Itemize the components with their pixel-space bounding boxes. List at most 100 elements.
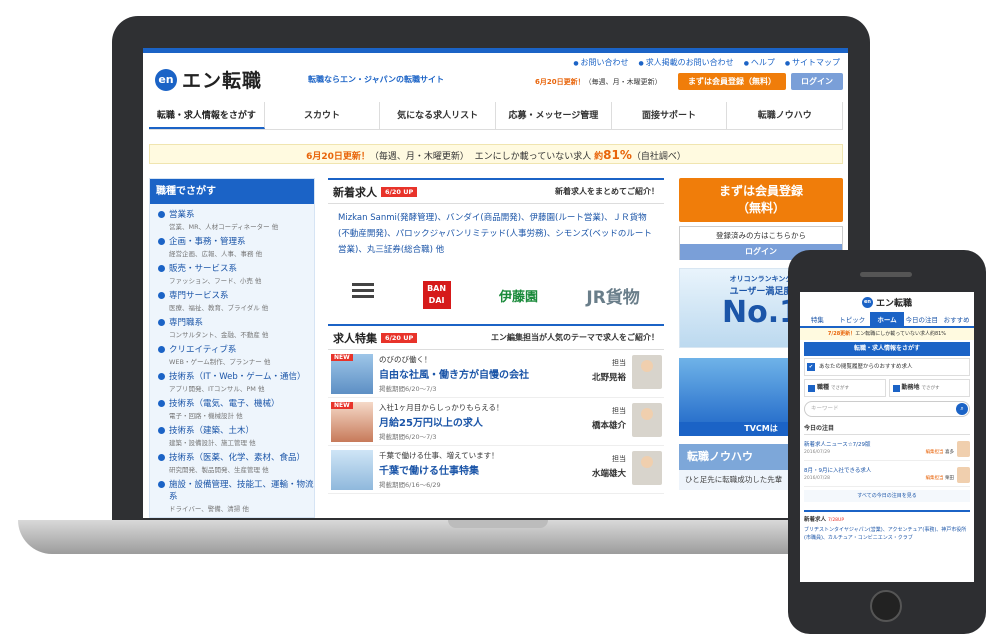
brand-logos: BAN DAI 伊藤園 JR貨物 <box>328 270 664 320</box>
phone-btn2-label: 勤務地 <box>901 384 920 391</box>
feature-staff: 担当 橋本雄介 <box>592 406 626 431</box>
phone-logo[interactable]: en エン転職 <box>800 292 974 312</box>
feature-item[interactable]: NEW 入社1ヶ月目からしっかりもらえる！ 月給25万円以上の求人 掲載期間6/… <box>328 398 664 446</box>
phone-today-item[interactable]: 新着求人ニュース☆7/29版 2016/07/29 編集担当 喜多 <box>804 437 970 461</box>
staff-name: 北野晃裕 <box>591 373 626 383</box>
category-label: クリエイティブ系 <box>158 343 314 355</box>
top-link-contact[interactable]: お問い合わせ <box>573 57 629 68</box>
phone-today-title: 今日の注目 <box>804 423 970 435</box>
site-top-bar <box>143 48 848 53</box>
feature-sub: 入社1ヶ月目からしっかりもらえる！ <box>379 403 504 412</box>
category-sub: 建築・設備設計、施工管理 他 <box>169 439 256 447</box>
today-item-editor: 編集担当 喜多 <box>926 449 954 455</box>
phone-new-jobs-title: 新着求人 7/28UP <box>804 510 970 523</box>
header-login-button[interactable]: ログイン <box>791 73 843 90</box>
category-sub: ドライバー、警備、清掃 他 <box>169 505 249 513</box>
nav-search-jobs[interactable]: 転職・求人情報をさがす <box>149 102 265 129</box>
phone-search-by-job-button[interactable]: 職種 でさがす <box>804 379 886 397</box>
nav-scout[interactable]: スカウト <box>265 102 381 129</box>
features-link[interactable]: エン編集担当が人気のテーマで求人をご紹介！ <box>491 332 659 343</box>
feature-info: 千葉で働ける仕事、増えています！ 千葉で働ける仕事特集 掲載期間6/16〜6/2… <box>379 450 594 493</box>
new-jobs-header: 新着求人 6/20 UP 新着求人をまとめてご紹介！ <box>328 178 664 204</box>
register-button[interactable]: まずは会員登録 （無料） <box>679 178 843 222</box>
top-link-listing-contact[interactable]: 求人掲載のお問い合わせ <box>639 57 734 68</box>
feature-sub: のびのび働く！ <box>379 355 432 364</box>
feature-period: 掲載期間6/20〜7/3 <box>379 433 437 441</box>
category-item[interactable]: 技術系（電気、電子、機械） 電子・回路・機械設計 他 <box>150 393 314 420</box>
job-category-sidebar: 職種でさがす 営業系 営業、MR、人材コーディネーター 他 企画・事務・管理系 経営… <box>149 178 315 518</box>
category-item[interactable]: 専門職系 コンサルタント、金融、不動産 他 <box>150 312 314 339</box>
itoen-logo: 伊藤園 <box>498 289 538 305</box>
feature-title: 千葉で働ける仕事特集 <box>379 466 479 477</box>
notice-bar: 6月20日更新！（毎週、月・木曜更新） エンにしか載っていない求人 約81%（自… <box>149 144 843 164</box>
category-item[interactable]: クリエイティブ系 WEB・ゲーム制作、プランナー 他 <box>150 339 314 366</box>
new-jobs-text[interactable]: Mizkan Sanmi(発酵管理)、バンダイ(商品開発)、伊藤園(ルート営業)… <box>328 204 664 270</box>
new-jobs-link[interactable]: 新着求人をまとめてご紹介！ <box>555 186 659 197</box>
category-label: 企画・事務・管理系 <box>158 235 314 247</box>
category-label: 専門職系 <box>158 316 314 328</box>
phone-btn1-sub: でさがす <box>831 386 850 391</box>
staff-label: 担当 <box>612 407 626 415</box>
nav-interview-support[interactable]: 面接サポート <box>612 102 728 129</box>
staff-avatar <box>632 451 662 485</box>
nav-knowhow[interactable]: 転職ノウハウ <box>727 102 844 129</box>
header-register-button[interactable]: まずは会員登録（無料） <box>678 73 786 90</box>
nav-applications[interactable]: 応募・メッセージ管理 <box>496 102 612 129</box>
new-badge: NEW <box>331 402 353 409</box>
phone-tab-topic[interactable]: トピック <box>835 312 870 326</box>
nav-saved-jobs[interactable]: 気になる求人リスト <box>380 102 497 129</box>
register-line2: （無料） <box>736 201 785 215</box>
feature-thumbnail: NEW <box>331 354 373 394</box>
notice-percentage: 81% <box>603 148 632 162</box>
feature-item[interactable]: 千葉で働ける仕事、増えています！ 千葉で働ける仕事特集 掲載期間6/16〜6/2… <box>328 446 664 494</box>
category-item[interactable]: 技術系（建築、土木） 建築・設備設計、施工管理 他 <box>150 420 314 447</box>
laptop-notch <box>448 520 548 528</box>
phone-search-by-location-button[interactable]: 勤務地 でさがす <box>888 379 970 397</box>
phone-tab-recommend[interactable]: おすすめ <box>939 312 974 326</box>
staff-avatar <box>632 355 662 389</box>
category-item[interactable]: 施設・設備管理、技能工、運輸・物流系 ドライバー、警備、清掃 他 <box>150 474 314 513</box>
site-logo[interactable]: en エン転職 <box>155 66 262 93</box>
phone-new-tag: 7/28UP <box>827 518 845 523</box>
category-item[interactable]: 営業系 営業、MR、人材コーディネーター 他 <box>150 204 314 231</box>
phone-tab-home[interactable]: ホーム <box>869 312 905 326</box>
register-line1: まずは会員登録 <box>718 184 803 198</box>
phone-notice: 7/28更新！エン転職にしか載っていない求人約81% <box>800 328 974 340</box>
phone-today-item[interactable]: 8月・9月に入社できる求人 2016/07/28 編集担当 栗田 <box>804 463 970 487</box>
category-item[interactable]: 技術系（医薬、化学、素材、食品） 研究開発、製品開発、生産管理 他 <box>150 447 314 474</box>
jr-freight-logo: JR貨物 <box>586 287 640 308</box>
phone-recommend-link[interactable]: あなたの閲覧履歴からのおすすめ求人 <box>804 358 970 376</box>
phone-home-button[interactable] <box>870 590 902 622</box>
phone-today-more-link[interactable]: すべての今日の注目を見る <box>804 490 970 502</box>
phone-notice-date: 7/28更新！ <box>827 331 856 337</box>
search-icon[interactable]: ⌕ <box>956 403 968 415</box>
category-item[interactable]: 専門サービス系 医療、福祉、教育、ブライダル 他 <box>150 285 314 312</box>
top-link-help[interactable]: ヘルプ <box>744 57 775 68</box>
feature-period: 掲載期間6/16〜6/29 <box>379 481 441 489</box>
en-logo-icon: en <box>155 68 177 91</box>
phone-screen: en エン転職 特集 トピック ホーム 今日の注目 おすすめ 7/28更新！エン転… <box>800 292 974 582</box>
feature-sub: 千葉で働ける仕事、増えています！ <box>379 451 499 460</box>
today-item-editor-name: 喜多 <box>945 450 954 455</box>
new-jobs-tag: 6/20 UP <box>381 186 418 197</box>
top-link-sitemap[interactable]: サイトマップ <box>785 57 840 68</box>
editor-avatar <box>957 441 970 457</box>
phone-tab-feature[interactable]: 特集 <box>800 312 835 326</box>
top-links: お問い合わせ 求人掲載のお問い合わせ ヘルプ サイトマップ <box>573 57 840 68</box>
feature-item[interactable]: NEW のびのび働く！ 自由な社風・働き方が自慢の会社 掲載期間6/20〜7/3… <box>328 350 664 398</box>
phone-tab-today[interactable]: 今日の注目 <box>904 312 939 326</box>
category-item[interactable]: 技術系（IT・Web・ゲーム・通信） アプリ開発、ITコンサル、PM 他 <box>150 366 314 393</box>
category-item[interactable]: 企画・事務・管理系 経営企画、広報、人事、事務 他 <box>150 231 314 258</box>
category-sub: 医療、福祉、教育、ブライダル 他 <box>169 304 269 312</box>
feature-info: 入社1ヶ月目からしっかりもらえる！ 月給25万円以上の求人 掲載期間6/20〜7… <box>379 402 594 445</box>
phone-logo-word: エン転職 <box>875 298 912 309</box>
phone-keyword-input[interactable]: キーワード ⌕ <box>804 401 970 417</box>
today-item-title: 8月・9月に入社できる求人 <box>804 468 872 474</box>
phone-notice-text: エン転職にしか載っていない求人約81% <box>855 331 947 337</box>
features-title: 求人特集 <box>333 331 377 345</box>
notice-text: エンにしか載っていない求人 <box>474 152 592 162</box>
new-badge: NEW <box>331 354 353 361</box>
category-item[interactable]: 販売・サービス系 ファッション、フード、小売 他 <box>150 258 314 285</box>
phone-tabs: 特集 トピック ホーム 今日の注目 おすすめ <box>800 312 974 328</box>
phone-new-jobs-text[interactable]: ブリヂストンタイヤジャパン(営業)、アクセンチュア(事務)、神戸市役所(市職員)… <box>804 526 970 542</box>
